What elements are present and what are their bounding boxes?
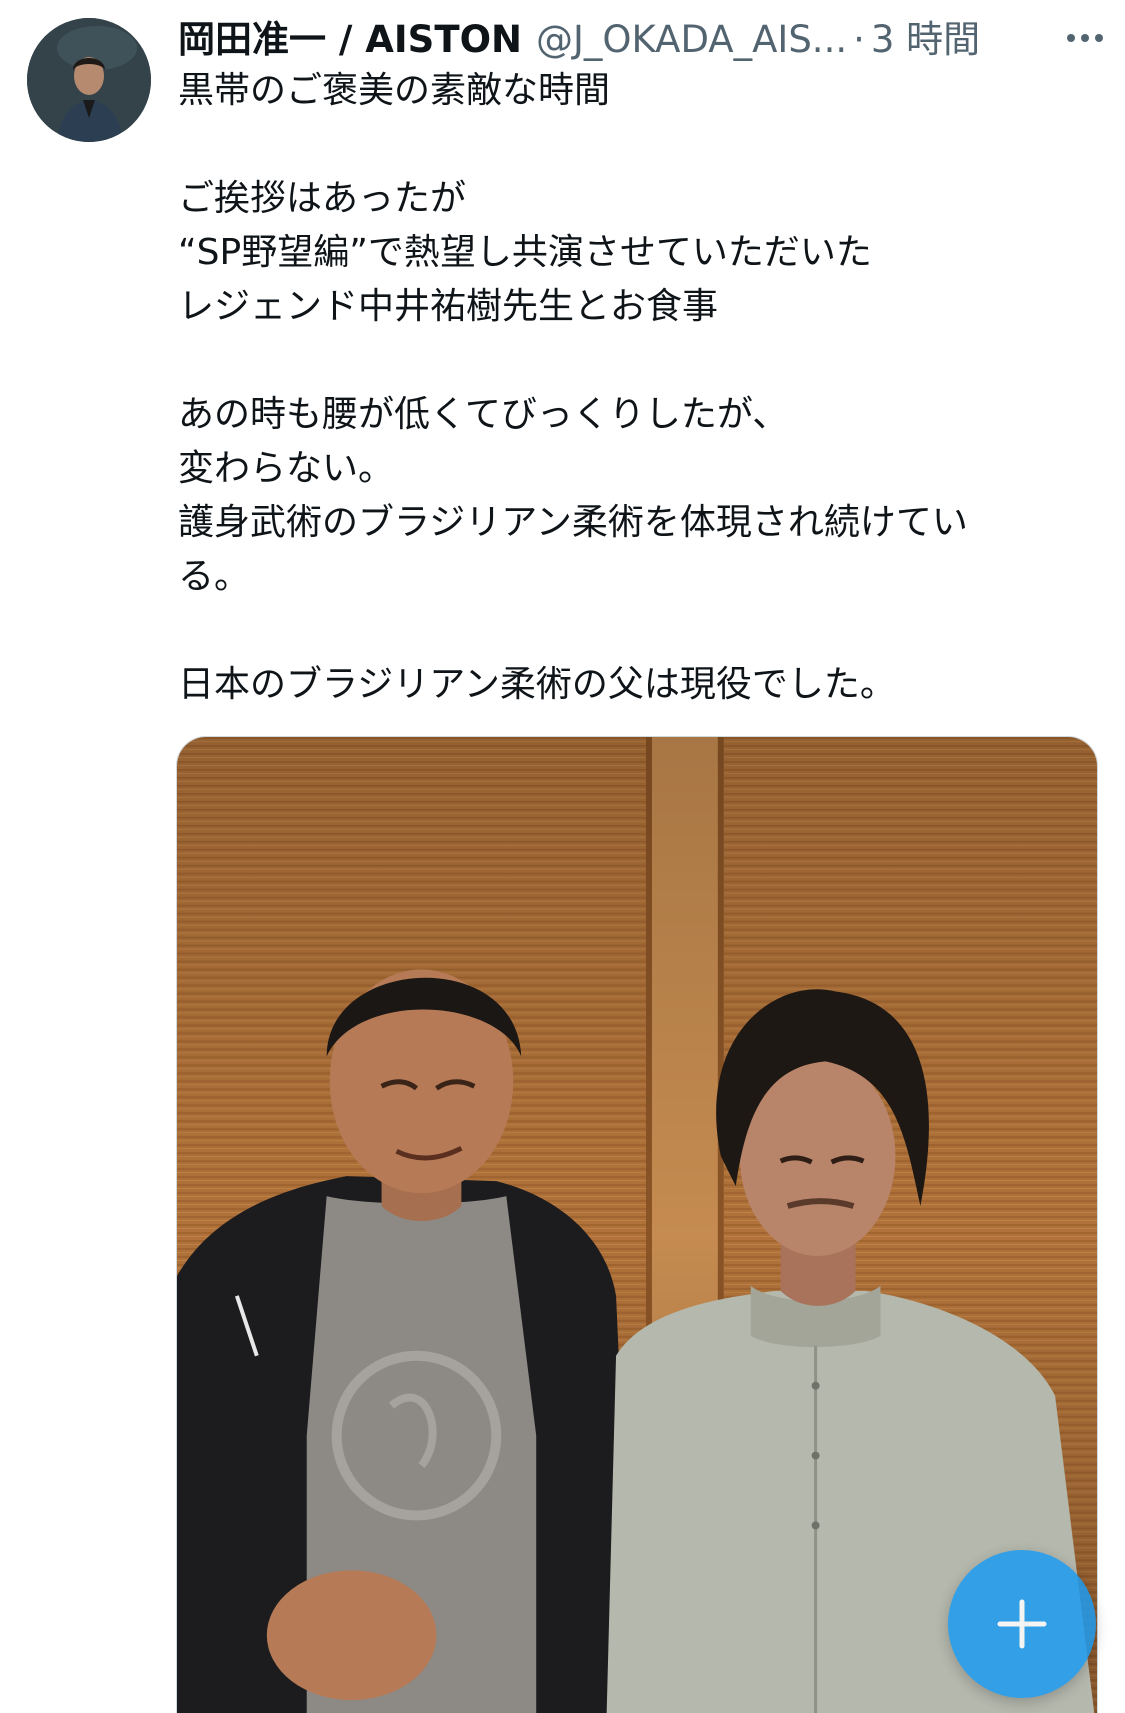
line-spacer	[178, 334, 1078, 388]
tweet-text-line: あの時も腰が低くてびっくりしたが、	[178, 394, 789, 435]
line-spacer	[178, 118, 1078, 172]
tweet-text-line: レジェンド中井祐樹先生とお食事	[178, 286, 719, 327]
ellipsis-icon	[1067, 34, 1075, 42]
more-options-button[interactable]	[1061, 14, 1109, 62]
photo-two-men-wood-wall-icon	[177, 737, 1097, 1713]
tweet: 岡田准一 / AISTON @J_OKADA_AIS... · 3 時間 黒帯の…	[0, 0, 1125, 1713]
tweet-text-line: る。	[178, 556, 251, 597]
profile-photo-icon	[27, 18, 151, 142]
compose-button[interactable]	[948, 1550, 1096, 1698]
tweet-text-line: 日本のブラジリアン柔術の父は現役でした。	[178, 664, 896, 705]
plus-icon	[997, 1599, 1047, 1649]
tweet-text-line: 黒帯のご褒美の素敵な時間	[178, 70, 611, 111]
tweet-text-line: 変わらない。	[178, 448, 395, 489]
line-spacer	[178, 604, 1078, 658]
tweet-text-line: “SP野望編”で熱望し共演させていただいた	[178, 232, 872, 273]
ellipsis-icon	[1081, 34, 1089, 42]
tweet-header: 岡田准一 / AISTON @J_OKADA_AIS... · 3 時間	[178, 14, 1115, 66]
author-display-name[interactable]: 岡田准一 / AISTON	[178, 14, 522, 66]
tweet-text-line: 護身武術のブラジリアン柔術を体現され続けてい	[178, 502, 968, 543]
ellipsis-icon	[1095, 34, 1103, 42]
separator-dot: ·	[853, 18, 865, 61]
tweet-text: 黒帯のご褒美の素敵な時間 ご挨拶はあったが “SP野望編”で熱望し共演させていた…	[178, 64, 1078, 712]
tweet-text-line: ご挨拶はあったが	[178, 178, 467, 219]
avatar[interactable]	[27, 18, 151, 142]
author-handle[interactable]: @J_OKADA_AIS...	[536, 14, 847, 66]
tweet-timestamp[interactable]: 3 時間	[871, 14, 980, 66]
tweet-media-photo[interactable]	[176, 736, 1098, 1713]
